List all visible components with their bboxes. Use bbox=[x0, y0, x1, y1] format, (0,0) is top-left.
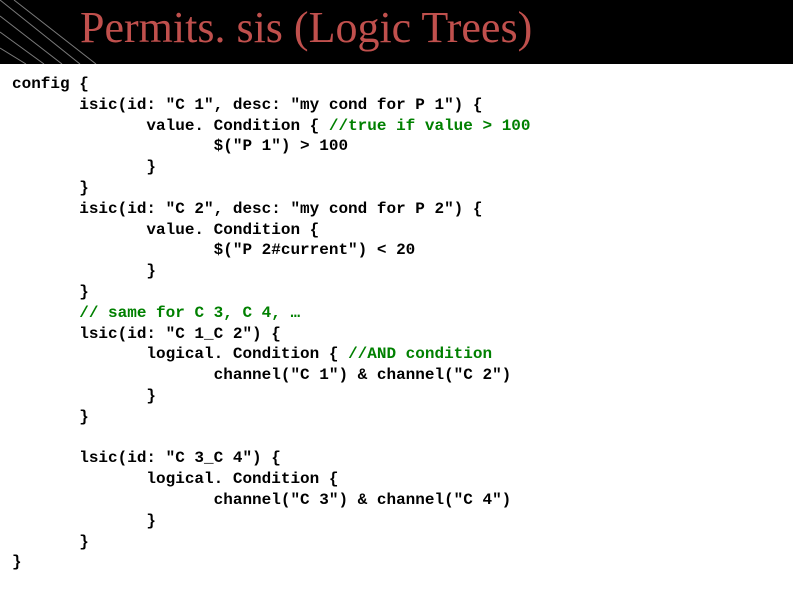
code-comment: // same for C 3, C 4, … bbox=[79, 304, 300, 322]
code-line: config { bbox=[12, 75, 89, 93]
code-line: } bbox=[12, 533, 89, 551]
slide-header: Permits. sis (Logic Trees) bbox=[0, 0, 793, 64]
code-line: isic(id: "C 2", desc: "my cond for P 2")… bbox=[12, 200, 482, 218]
code-line: } bbox=[12, 158, 156, 176]
code-line: channel("C 1") & channel("C 2") bbox=[12, 366, 511, 384]
slide-title: Permits. sis (Logic Trees) bbox=[80, 2, 532, 53]
code-line: channel("C 3") & channel("C 4") bbox=[12, 491, 511, 509]
code-line: value. Condition { bbox=[12, 221, 319, 239]
code-line: value. Condition { bbox=[12, 117, 329, 135]
code-line: isic(id: "C 1", desc: "my cond for P 1")… bbox=[12, 96, 482, 114]
code-line: } bbox=[12, 553, 22, 571]
code-line: } bbox=[12, 408, 89, 426]
code-comment: //AND condition bbox=[348, 345, 492, 363]
code-line: } bbox=[12, 283, 89, 301]
code-line: $("P 2#current") < 20 bbox=[12, 241, 415, 259]
code-line: lsic(id: "C 1_C 2") { bbox=[12, 325, 281, 343]
code-comment: //true if value > 100 bbox=[329, 117, 531, 135]
code-line: $("P 1") > 100 bbox=[12, 137, 348, 155]
code-line: logical. Condition { bbox=[12, 470, 338, 488]
code-block: config { isic(id: "C 1", desc: "my cond … bbox=[0, 64, 793, 583]
code-line: } bbox=[12, 262, 156, 280]
code-line: lsic(id: "C 3_C 4") { bbox=[12, 449, 281, 467]
code-line: } bbox=[12, 387, 156, 405]
code-line: } bbox=[12, 512, 156, 530]
code-line bbox=[12, 304, 79, 322]
code-line: } bbox=[12, 179, 89, 197]
code-line: logical. Condition { bbox=[12, 345, 348, 363]
